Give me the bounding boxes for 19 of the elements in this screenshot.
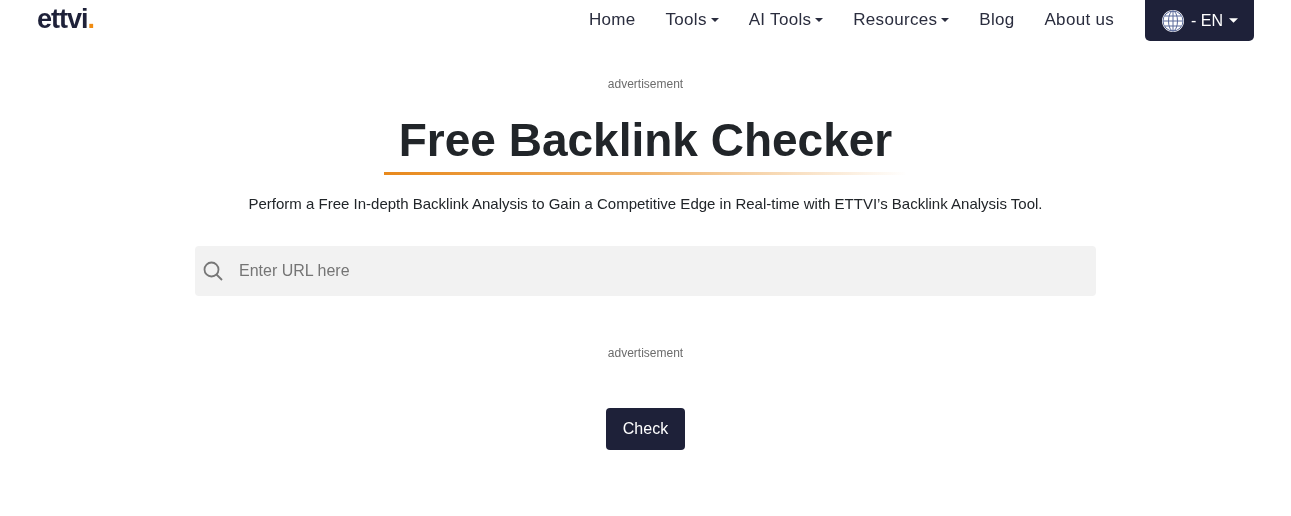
page-title: Free Backlink Checker bbox=[398, 113, 893, 167]
nav-link[interactable]: Blog bbox=[964, 10, 1030, 30]
nav-link[interactable]: Home bbox=[573, 10, 651, 30]
language-button[interactable]: - EN bbox=[1145, 0, 1254, 41]
advertisement-label: advertisement bbox=[607, 346, 684, 360]
check-button[interactable]: Check bbox=[605, 408, 686, 450]
caret-icon bbox=[941, 18, 950, 22]
nav-link[interactable]: Tools bbox=[650, 10, 734, 30]
globe-icon bbox=[1161, 8, 1185, 33]
caret-icon bbox=[710, 18, 719, 22]
nav-link[interactable]: About us bbox=[1029, 10, 1129, 30]
url-input-field[interactable]: Enter URL here bbox=[195, 246, 1096, 296]
advertisement-label: advertisement bbox=[607, 77, 684, 91]
logo[interactable]: ettvi. bbox=[37, 2, 95, 36]
nav-link[interactable]: Resources bbox=[838, 10, 965, 30]
caret-icon bbox=[1229, 18, 1238, 23]
caret-icon bbox=[815, 18, 824, 22]
page-subtitle: Perform a Free In-depth Backlink Analysis to Gain a Competitive Edge in Real-time with ETTVI’s Backlink Analysis Tool. bbox=[248, 195, 1043, 212]
nav-link[interactable]: AI Tools bbox=[733, 10, 839, 30]
